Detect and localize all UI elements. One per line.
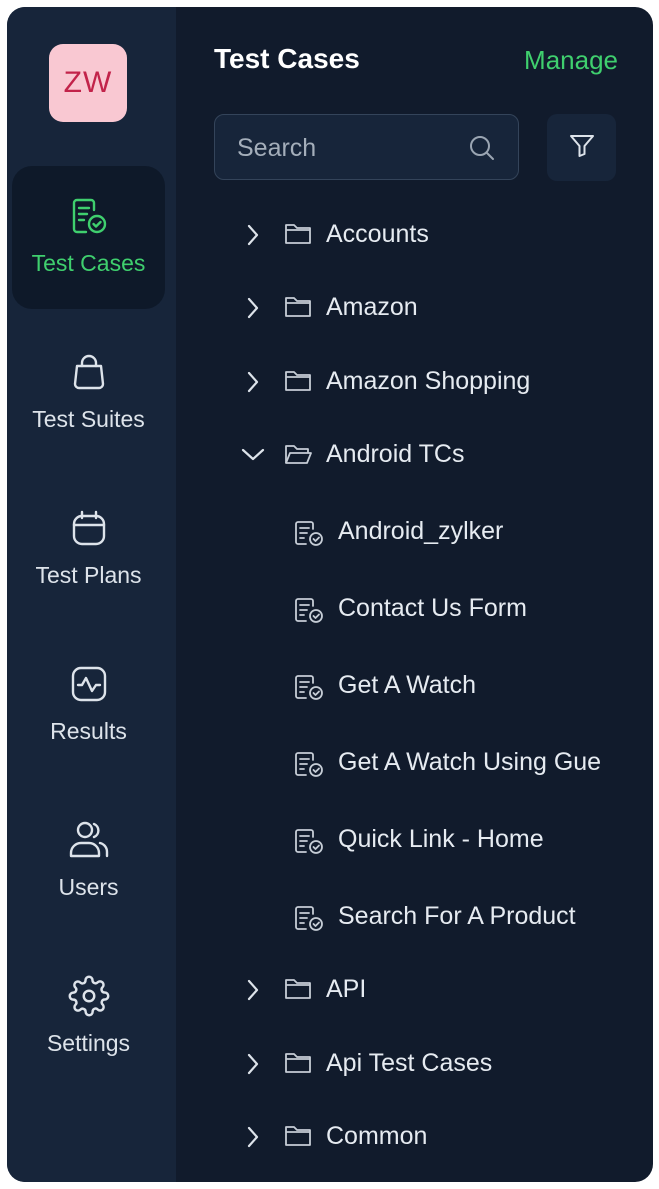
- test-case-label: Contact Us Form: [338, 594, 527, 622]
- sidebar-item-label: Results: [50, 718, 127, 744]
- folder-label: API: [326, 975, 367, 1003]
- test-case-label: Quick Link - Home: [338, 825, 544, 853]
- avatar-initials: ZW: [63, 66, 113, 99]
- sidebar: ZW Test Cases Test Suites Test Plans Res…: [7, 7, 176, 1182]
- folder-icon: [283, 368, 313, 399]
- chevron-down-icon[interactable]: [238, 443, 268, 472]
- folder-item[interactable]: API: [214, 960, 653, 1020]
- users-icon: [67, 818, 111, 862]
- folder-label: Accounts: [326, 220, 429, 248]
- test-case-label: Get A Watch: [338, 671, 477, 699]
- sidebar-item-label: Test Suites: [32, 406, 145, 432]
- search-icon[interactable]: [468, 134, 496, 167]
- filter-icon: [568, 131, 596, 164]
- test-case-icon: [293, 595, 327, 630]
- test-case-label: Get A Watch Using Gue: [338, 748, 602, 776]
- page-title: Test Cases: [214, 43, 360, 74]
- manage-link[interactable]: Manage: [524, 45, 618, 76]
- pulse-chart-icon: [67, 662, 111, 706]
- test-case-item[interactable]: Contact Us Form: [214, 579, 653, 639]
- test-case-icon: [67, 194, 111, 238]
- sidebar-item-label: Users: [58, 874, 119, 900]
- folder-icon: [283, 221, 313, 252]
- folder-label: Common: [326, 1122, 428, 1150]
- folder-label: Android TCs: [326, 440, 465, 468]
- test-case-item[interactable]: Get A Watch: [214, 656, 653, 716]
- folder-label: Api Test Cases: [326, 1049, 493, 1077]
- folder-icon: [283, 294, 313, 325]
- folder-label: Amazon Shopping: [326, 367, 531, 395]
- search-box: [214, 114, 519, 181]
- sidebar-item-label: Test Cases: [31, 250, 146, 276]
- sidebar-item-label: Test Plans: [35, 562, 142, 588]
- folder-item[interactable]: Amazon: [214, 278, 653, 338]
- sidebar-item-settings[interactable]: Settings: [12, 946, 165, 1089]
- test-case-icon: [293, 672, 327, 707]
- test-case-icon: [293, 903, 327, 938]
- test-case-item[interactable]: Search For A Product: [214, 887, 653, 947]
- sidebar-item-users[interactable]: Users: [12, 790, 165, 933]
- folder-label: Amazon: [326, 293, 418, 321]
- chevron-right-icon[interactable]: [238, 223, 268, 252]
- test-case-label: Search For A Product: [338, 902, 576, 930]
- folder-icon: [283, 1050, 313, 1081]
- chevron-right-icon[interactable]: [238, 1052, 268, 1081]
- folder-open-icon: [283, 441, 313, 472]
- folder-item[interactable]: Android TCs: [214, 425, 653, 485]
- test-case-icon: [293, 518, 327, 553]
- sidebar-item-test-suites[interactable]: Test Suites: [12, 322, 165, 465]
- test-case-label: Android_zylker: [338, 517, 504, 545]
- sidebar-item-label: Settings: [46, 1030, 131, 1056]
- chevron-right-icon[interactable]: [238, 978, 268, 1007]
- folder-item[interactable]: Api Test Cases: [214, 1034, 653, 1094]
- folder-icon: [283, 976, 313, 1007]
- chevron-right-icon[interactable]: [238, 296, 268, 325]
- sidebar-item-results[interactable]: Results: [12, 634, 165, 777]
- folder-item[interactable]: Accounts: [214, 205, 653, 265]
- folder-item[interactable]: Common: [214, 1107, 653, 1167]
- filter-button[interactable]: [547, 114, 616, 181]
- test-case-item[interactable]: Quick Link - Home: [214, 810, 653, 870]
- folder-icon: [283, 1123, 313, 1154]
- test-case-icon: [293, 826, 327, 861]
- calendar-icon: [67, 506, 111, 550]
- avatar[interactable]: ZW: [49, 44, 127, 122]
- chevron-right-icon[interactable]: [238, 1125, 268, 1154]
- folder-item[interactable]: Amazon Shopping: [214, 352, 653, 412]
- chevron-right-icon[interactable]: [238, 370, 268, 399]
- test-case-item[interactable]: Get A Watch Using Gue: [214, 733, 653, 793]
- test-case-item[interactable]: Android_zylker: [214, 502, 653, 562]
- search-input[interactable]: [235, 115, 459, 181]
- gear-icon: [67, 974, 111, 1018]
- app-frame: ZW Test Cases Test Suites Test Plans Res…: [7, 7, 653, 1182]
- suite-bag-icon: [67, 350, 111, 394]
- test-case-icon: [293, 749, 327, 784]
- sidebar-item-test-plans[interactable]: Test Plans: [12, 478, 165, 621]
- sidebar-item-test-cases[interactable]: Test Cases: [12, 166, 165, 309]
